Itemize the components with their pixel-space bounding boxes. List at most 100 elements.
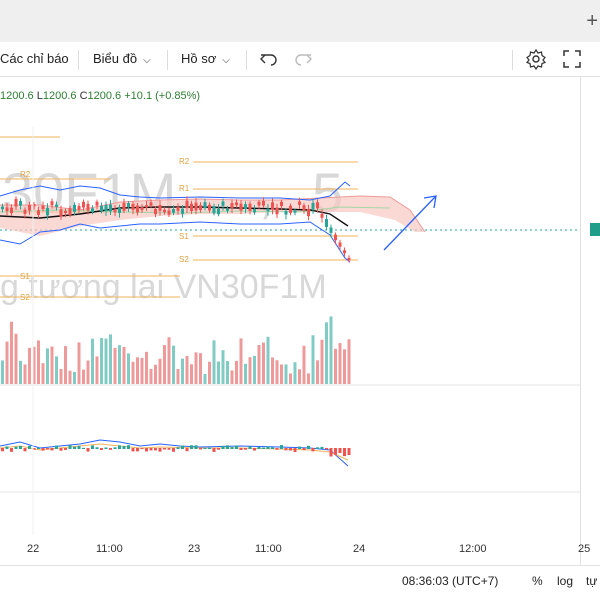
current-price-tag [590,223,600,236]
volume-bar [289,373,292,384]
oscillator-bar [325,448,328,450]
volume-bar [109,334,112,384]
indicators-button[interactable]: Các chỉ báo [0,51,69,66]
oscillator-bar [64,448,67,450]
oscillator-bar [109,448,112,450]
profile-button[interactable]: Hồ sơ ⌵ [181,51,230,66]
volume-bar [190,364,193,384]
pivot-label-r1: R1 [179,184,190,193]
time-axis[interactable]: 22 11:00 23 11:00 24 12:00 25 [0,538,590,562]
clock-readout: 08:36:03 (UTC+7) [402,574,499,588]
volume-bar [199,353,202,384]
candle-body [154,208,157,215]
candle-body [244,204,247,209]
volume-bar [293,362,297,384]
volume-bar [271,357,274,384]
volume-bar [203,373,207,384]
oscillator-bar [181,445,184,449]
volume-bar [212,340,216,384]
oscillator-bar [140,448,144,450]
oscillator-bar [275,448,279,450]
toolbar-divider [246,50,247,70]
chart-type-button[interactable]: Biểu đồ ⌵ [93,51,151,66]
candle-body [325,219,328,227]
volume-bar [55,356,58,384]
candle-body [194,202,198,211]
candle-body [5,207,9,212]
volume-bar [221,350,225,384]
candle-body [208,204,211,211]
oscillator-bar [86,448,90,452]
volume-bar [284,364,288,384]
oscillator-bar [118,445,121,449]
watermark-separator: , [258,161,274,224]
candle-body [302,205,306,211]
candle-body [104,204,108,212]
candle-body [284,211,288,215]
volume-bar [95,356,99,384]
candle-body [28,204,31,211]
candle-body [163,209,166,213]
new-tab-icon[interactable]: + [586,10,598,33]
oscillator-bar [145,448,148,452]
volume-bar [50,346,54,384]
oscillator-bar [257,446,261,449]
oscillator-bar [253,448,256,451]
volume-bar [10,321,13,384]
redo-icon[interactable] [292,48,314,70]
candle-body [190,203,193,212]
volume-bar [64,346,67,384]
volume-bar [347,339,351,384]
gear-icon[interactable] [525,48,547,70]
volume-bar [298,369,301,384]
pivot-label-r2-left: R2 [20,170,31,179]
candle-body [113,210,117,213]
candle-body [199,205,202,211]
oscillator-bar [55,445,58,449]
candle-body [320,213,324,218]
auto-scale-toggle[interactable]: tự [586,574,597,588]
oscillator-bar [208,447,211,449]
volume-bar [113,347,117,384]
undo-icon[interactable] [258,48,280,70]
candle-body [253,209,256,213]
candle-body [181,208,184,214]
oscillator-bar [82,447,85,449]
watermark-interval: 5 [312,161,343,224]
chart-canvas[interactable]: 30F1M , 5 g tương lai VN30F1M R2 R1 S1 S… [0,77,580,537]
volume-bar [320,339,324,384]
oscillator-bar [239,448,243,451]
volume-bar [262,342,265,384]
candle-body [307,208,310,217]
oscillator-bar [266,446,270,449]
oscillator-bar [185,448,189,452]
candle-body [266,208,270,212]
candle-body [109,204,112,212]
chart-toolbar: Các chỉ báo Biểu đồ ⌵ Hồ sơ ⌵ [0,42,600,77]
time-tick: 22 [27,543,40,555]
volume-bar [28,347,31,384]
volume-bar [338,343,342,384]
oscillator-bar [343,448,346,457]
volume-bar [307,373,310,384]
log-scale-toggle[interactable]: log [557,574,573,588]
candle-body [19,201,22,206]
volume-bar [167,337,171,384]
percent-scale-toggle[interactable]: % [532,574,543,588]
oscillator-bar [1,448,4,452]
volume-bar [266,336,270,384]
oscillator-bar [199,448,202,450]
fullscreen-icon[interactable] [561,48,583,70]
oscillator-bar [320,446,324,449]
oscillator-bar [91,445,94,449]
candle-body [275,207,279,215]
oscillator-bar [158,448,162,452]
volume-bar [37,340,40,384]
oscillator-bar [10,448,13,452]
price-scale[interactable] [580,77,600,565]
time-tick: 11:00 [255,543,282,555]
oscillator-bar [293,448,297,452]
volume-bar [217,361,220,384]
profile-label: Hồ sơ [181,51,217,66]
candle-body [14,198,18,207]
